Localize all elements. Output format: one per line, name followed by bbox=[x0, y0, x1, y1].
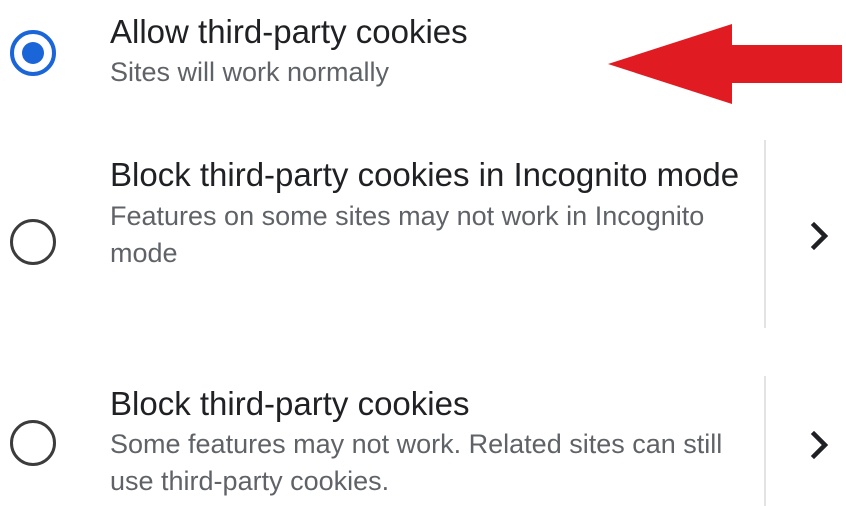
radio-button-unselected[interactable] bbox=[10, 420, 56, 466]
option-summary: Some features may not work. Related site… bbox=[110, 429, 723, 496]
option-text: Block third-party cookies in Incognito m… bbox=[110, 154, 746, 272]
radio-dot bbox=[22, 42, 44, 64]
chevron-right-icon[interactable] bbox=[800, 425, 840, 465]
option-title: Block third-party cookies in Incognito m… bbox=[110, 156, 740, 193]
option-text: Block third-party cookies Some features … bbox=[110, 384, 746, 500]
option-summary: Features on some sites may not work in I… bbox=[110, 201, 705, 268]
cookie-settings-screen: Allow third-party cookies Sites will wor… bbox=[0, 0, 846, 506]
vertical-divider bbox=[764, 140, 766, 328]
option-title: Block third-party cookies bbox=[110, 385, 470, 422]
vertical-divider bbox=[764, 376, 766, 506]
option-block-in-incognito[interactable]: Block third-party cookies in Incognito m… bbox=[0, 140, 846, 336]
red-arrow-left-icon bbox=[608, 24, 842, 104]
option-block-third-party-cookies[interactable]: Block third-party cookies Some features … bbox=[0, 372, 846, 506]
radio-button-selected[interactable] bbox=[10, 30, 56, 76]
radio-button-unselected[interactable] bbox=[10, 219, 56, 265]
chevron-right-icon[interactable] bbox=[800, 216, 840, 256]
